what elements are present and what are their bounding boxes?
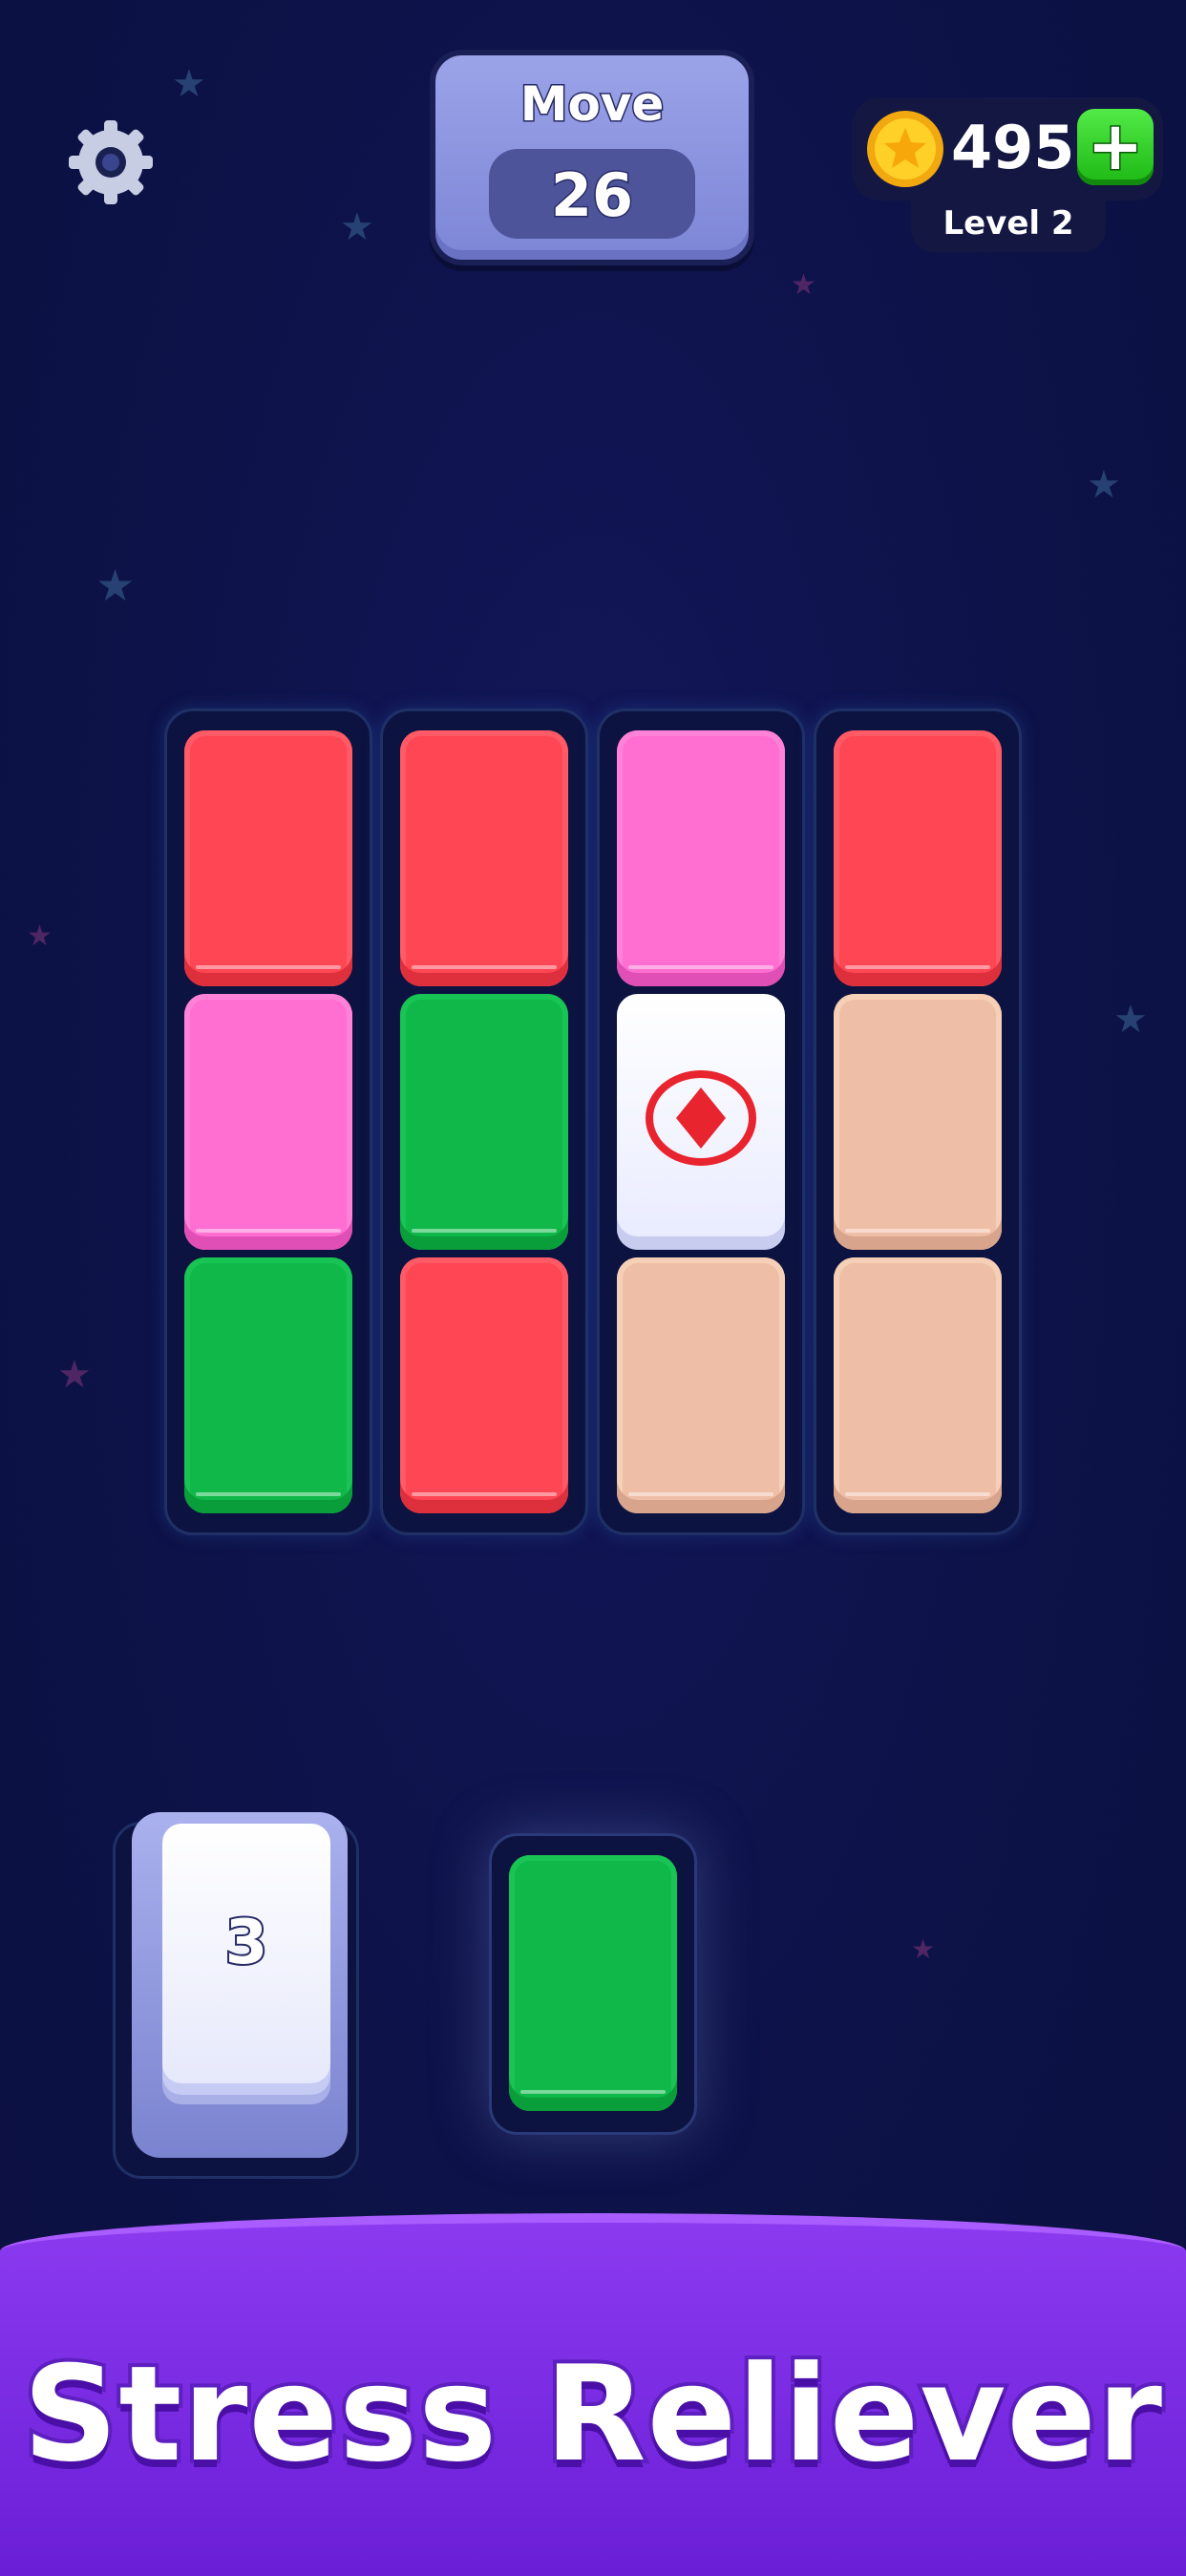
tile-red[interactable] — [400, 1257, 568, 1513]
star-decoration: ★ — [791, 268, 816, 302]
tile-highlight — [412, 1492, 557, 1496]
star-decoration: ★ — [95, 560, 136, 611]
move-counter-panel: Move 26 — [430, 50, 754, 265]
tile-highlight — [628, 1492, 773, 1496]
coin-panel: 495 + — [852, 97, 1163, 201]
tile-stack-top-card[interactable]: 3 — [162, 1824, 330, 2083]
coin-count: 495 — [951, 113, 1075, 182]
add-coins-button[interactable]: + — [1077, 106, 1154, 187]
star-decoration: ★ — [172, 62, 206, 106]
tile-green[interactable] — [184, 1257, 352, 1513]
board-column-3[interactable] — [597, 708, 805, 1535]
board-column-4[interactable] — [814, 708, 1022, 1535]
tile-red[interactable] — [834, 730, 1002, 986]
tile-highlight — [412, 965, 557, 969]
star-decoration: ★ — [911, 1933, 936, 1965]
move-label: Move — [519, 75, 666, 134]
star-decoration: ★ — [1087, 463, 1121, 507]
gear-icon — [69, 120, 153, 204]
tile-red[interactable] — [184, 730, 352, 986]
star-decoration: ★ — [27, 919, 53, 953]
tile-special-diamond[interactable] — [617, 994, 785, 1250]
active-tile-slot[interactable] — [489, 1833, 697, 2135]
tile-peach[interactable] — [617, 1257, 785, 1513]
tile-peach[interactable] — [834, 994, 1002, 1250]
tile-peach[interactable] — [834, 1257, 1002, 1513]
coin-star-icon — [867, 111, 943, 187]
tile-pink[interactable] — [617, 730, 785, 986]
move-value-box: 26 — [489, 149, 695, 239]
tile-highlight — [520, 2090, 666, 2094]
tile-highlight — [196, 1229, 341, 1233]
board-column-1[interactable] — [164, 708, 372, 1535]
move-count: 26 — [549, 159, 634, 232]
tile-highlight — [196, 1492, 341, 1496]
tile-highlight — [628, 965, 773, 969]
plus-icon: + — [1086, 106, 1145, 187]
settings-button[interactable] — [63, 115, 159, 210]
star-decoration: ★ — [57, 1353, 92, 1397]
tile-highlight — [845, 965, 990, 969]
tile-highlight — [845, 1492, 990, 1496]
tile-highlight — [845, 1229, 990, 1233]
banner-title: Stress Reliever — [19, 2333, 1166, 2495]
stack-count: 3 — [223, 1906, 270, 1980]
diamond-icon — [646, 1070, 756, 1166]
board-column-2[interactable] — [380, 708, 588, 1535]
level-indicator: Level 2 — [911, 197, 1106, 252]
tile-highlight — [412, 1229, 557, 1233]
tile-green[interactable] — [400, 994, 568, 1250]
promo-banner: Stress Reliever — [0, 2213, 1186, 2576]
tile-pink[interactable] — [184, 994, 352, 1250]
tile-highlight — [196, 965, 341, 969]
active-tile-green[interactable] — [509, 1855, 677, 2111]
tile-red[interactable] — [400, 730, 568, 986]
star-decoration: ★ — [1113, 998, 1148, 1042]
level-label: Level 2 — [942, 204, 1074, 243]
star-decoration: ★ — [340, 205, 374, 249]
